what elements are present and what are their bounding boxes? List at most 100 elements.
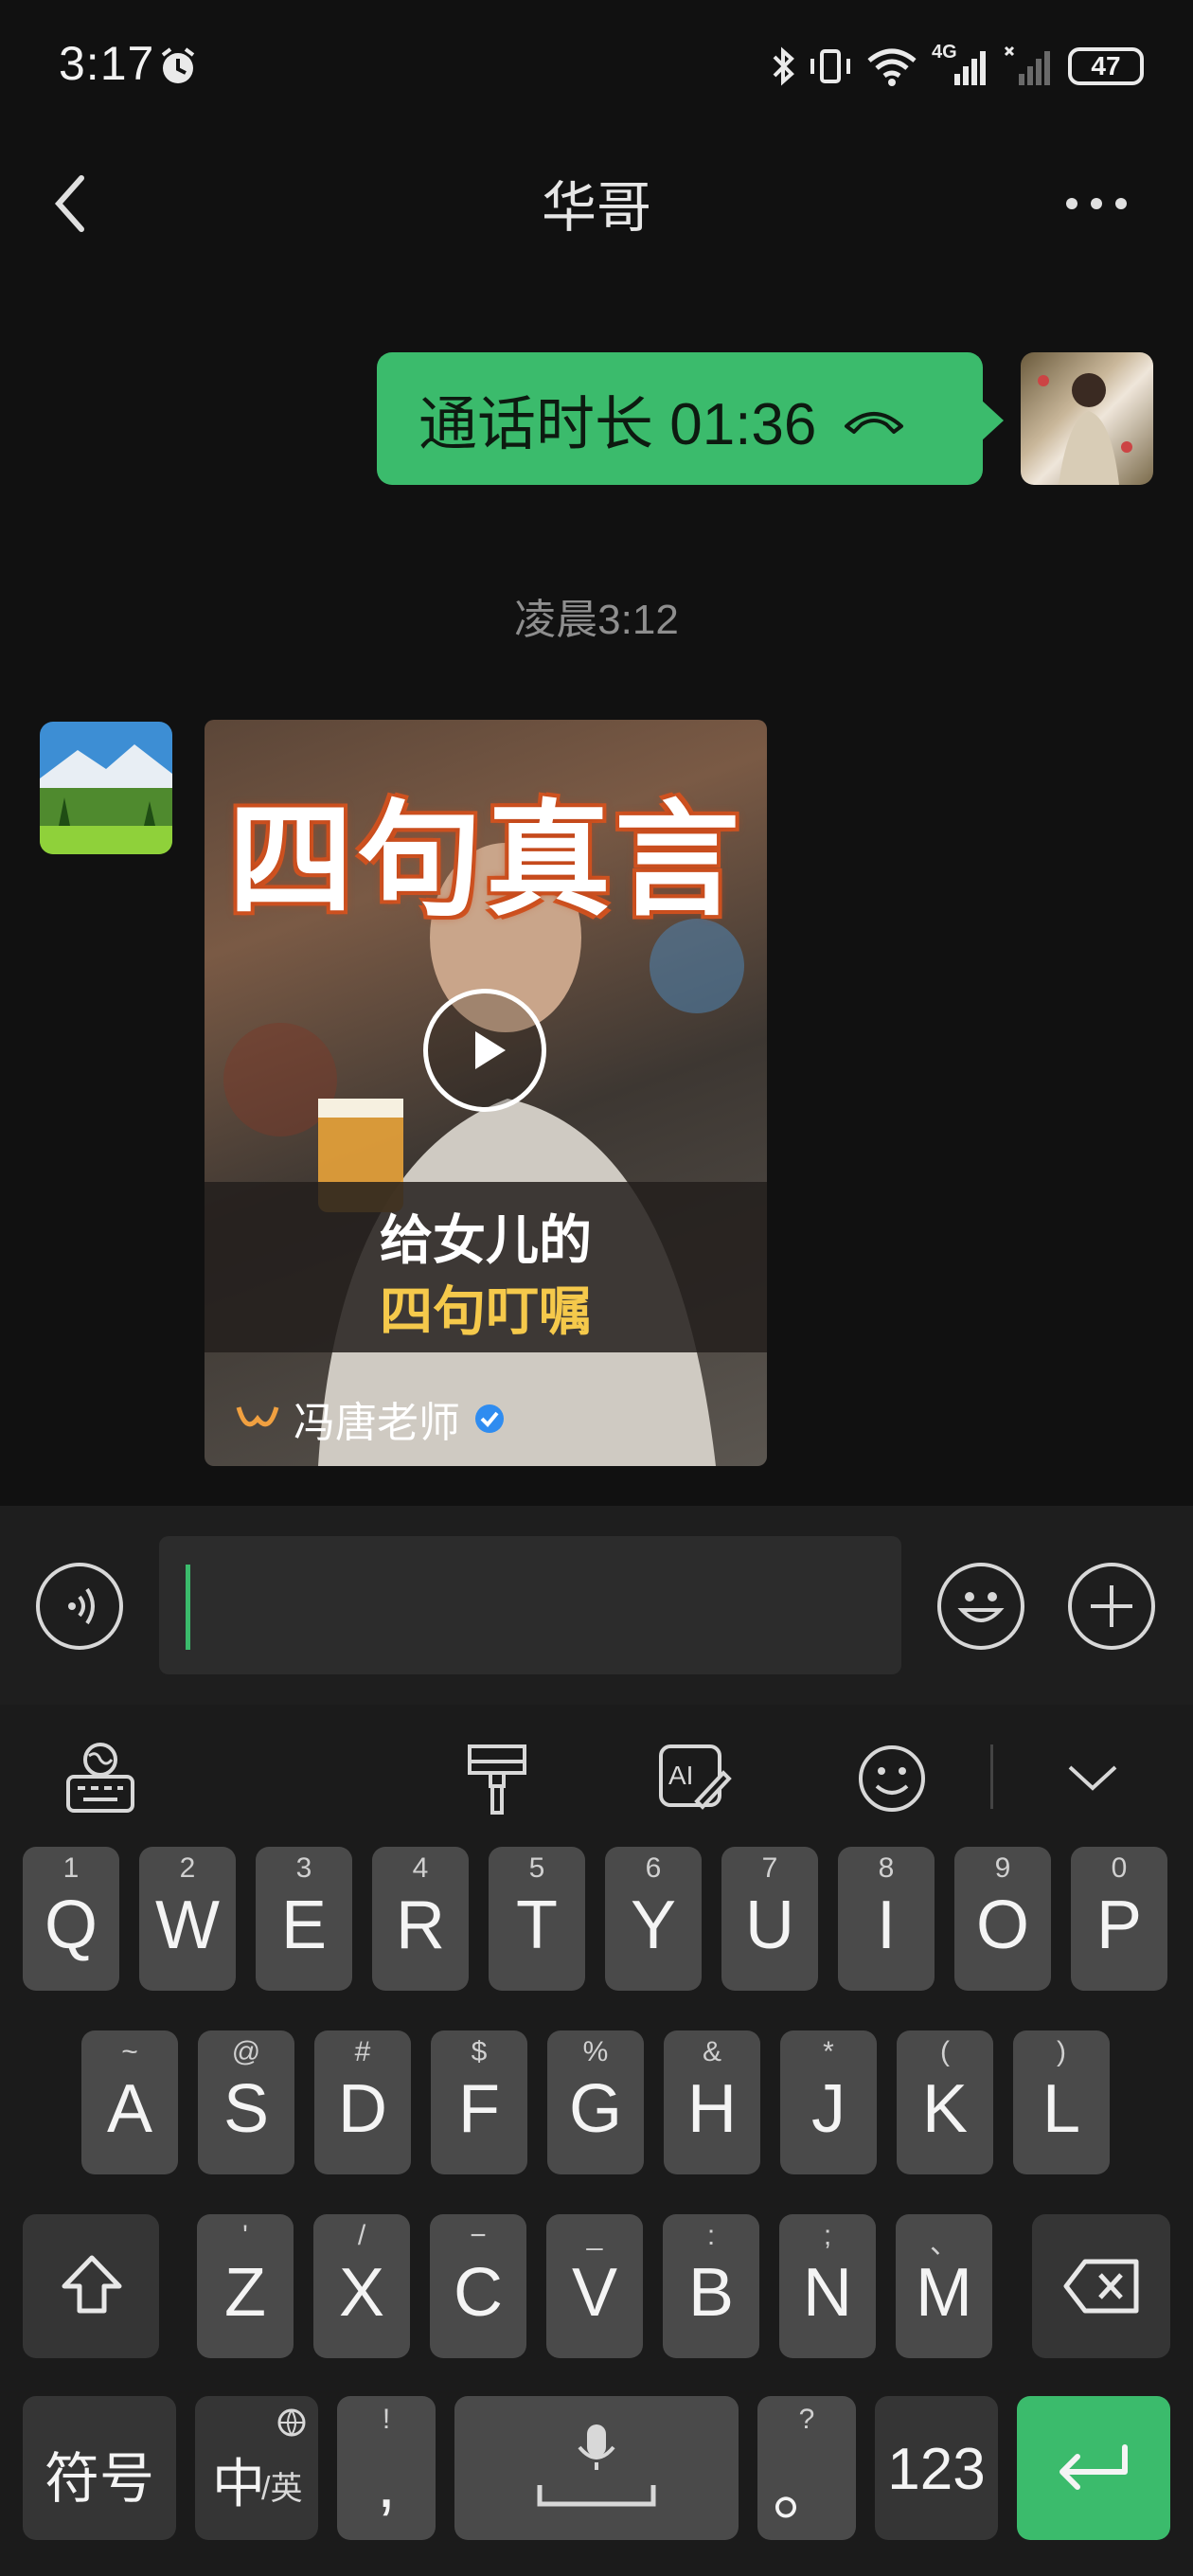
chat-title: 华哥	[541, 177, 651, 239]
key-hint: 0	[1111, 1852, 1128, 1884]
call-duration-text: 通话时长 01:36	[418, 392, 817, 457]
key-label: V	[571, 2255, 618, 2331]
key-g[interactable]: % G	[547, 2030, 644, 2174]
period-key-hint: ?	[798, 2404, 815, 2435]
key-hint: /	[357, 2220, 366, 2251]
video-caption-line2: 四句叮嘱	[380, 1281, 592, 1341]
contact-avatar[interactable]	[40, 722, 172, 854]
call-duration-bubble[interactable]: 通话时长 01:36	[377, 352, 1004, 485]
key-k[interactable]: (K	[897, 2030, 993, 2174]
alarm-icon	[161, 47, 195, 83]
key-j[interactable]: * J	[780, 2030, 877, 2174]
key-l[interactable]: ) L	[1013, 2030, 1110, 2174]
language-switch-key[interactable]: 中 /英	[195, 2396, 318, 2540]
more-functions-button[interactable]	[1068, 1563, 1155, 1650]
key-i[interactable]: 8I	[838, 1847, 935, 1991]
voice-input-button[interactable]	[36, 1563, 123, 1650]
key-r[interactable]: 4R	[372, 1847, 469, 1991]
message-input[interactable]	[159, 1536, 901, 1674]
key-hint: _	[586, 2220, 603, 2251]
symbols-key[interactable]: 符号	[23, 2396, 176, 2540]
key-label: O	[975, 1887, 1029, 1963]
voice-icon	[68, 1587, 95, 1625]
key-e[interactable]: 3E	[256, 1847, 352, 1991]
video-message-card[interactable]: 四句真言 给女儿的 四句叮嘱 冯唐老师	[205, 720, 767, 1466]
key-s[interactable]: @ S	[198, 2030, 294, 2174]
video-caption-line1: 给女儿的	[380, 1210, 592, 1270]
bluetooth-icon	[773, 46, 794, 86]
key-v[interactable]: _ V	[546, 2214, 643, 2358]
signal-4g-icon: 4G	[932, 42, 990, 87]
key-y[interactable]: 6Y	[605, 1847, 702, 1991]
period-key-label: 。	[772, 2453, 841, 2529]
key-hint: *	[823, 2036, 834, 2067]
key-hint: 6	[645, 1852, 662, 1884]
shift-icon	[62, 2255, 122, 2314]
plus-icon	[1091, 1585, 1132, 1627]
key-p[interactable]: 0P	[1071, 1847, 1167, 1991]
vibrate-icon	[810, 49, 850, 83]
key-q[interactable]: 1Q	[23, 1847, 119, 1991]
key-d[interactable]: # D	[314, 2030, 411, 2174]
keyboard-settings-icon[interactable]	[64, 1739, 136, 1815]
key-hint: $	[471, 2036, 488, 2067]
key-f[interactable]: $ F	[431, 2030, 527, 2174]
key-b[interactable]: :B	[663, 2214, 759, 2358]
language-main-label: 中	[212, 2454, 265, 2513]
enter-key[interactable]	[1017, 2396, 1170, 2540]
key-o[interactable]: 9O	[954, 1847, 1051, 1991]
key-m[interactable]: 、 M	[896, 2214, 992, 2358]
key-hint: (	[940, 2036, 950, 2067]
delete-key[interactable]	[1032, 2214, 1170, 2358]
more-icon[interactable]	[1062, 189, 1131, 218]
skin-brush-icon[interactable]	[464, 1741, 530, 1816]
key-a[interactable]: ~ A	[81, 2030, 178, 2174]
play-button[interactable]	[423, 989, 546, 1112]
status-time: 3:17	[59, 37, 155, 90]
key-w[interactable]: 2W	[139, 1847, 236, 1991]
key-u[interactable]: 7U	[721, 1847, 818, 1991]
video-author: 冯唐老师	[235, 1388, 506, 1449]
hang-up-icon	[845, 412, 904, 434]
key-hint: %	[582, 2036, 609, 2067]
ai-writing-icon[interactable]: AI	[657, 1741, 733, 1816]
key-x[interactable]: / X	[313, 2214, 410, 2358]
key-label: F	[458, 2071, 500, 2147]
key-hint: 9	[994, 1852, 1011, 1884]
toolbar-divider	[990, 1744, 993, 1809]
message-timestamp: 凌晨3:12	[514, 597, 679, 643]
key-hint: ~	[121, 2036, 138, 2067]
text-caret	[186, 1565, 190, 1650]
key-hint: −	[470, 2220, 487, 2251]
key-c[interactable]: − C	[430, 2214, 526, 2358]
numbers-key[interactable]: 123	[875, 2396, 998, 2540]
verified-badge-icon	[475, 1404, 504, 1433]
key-label: A	[106, 2071, 153, 2147]
comma-key[interactable]: ! ,	[337, 2396, 436, 2540]
symbols-key-label: 符号	[44, 2448, 154, 2510]
emoji-button[interactable]	[937, 1563, 1024, 1650]
status-icons: 4G 47	[771, 42, 1144, 91]
my-avatar[interactable]	[1021, 352, 1153, 485]
key-hint: 7	[761, 1852, 778, 1884]
video-title: 四句真言	[228, 788, 743, 934]
key-label: Q	[44, 1887, 98, 1963]
space-key[interactable]	[454, 2396, 739, 2540]
shift-key[interactable]	[23, 2214, 159, 2358]
key-z[interactable]: ' Z	[197, 2214, 294, 2358]
key-h[interactable]: & H	[664, 2030, 760, 2174]
key-t[interactable]: 5T	[489, 1847, 585, 1991]
emoji-keyboard-icon[interactable]	[856, 1743, 928, 1815]
key-label: C	[454, 2255, 503, 2331]
key-label: W	[155, 1887, 220, 1963]
key-label: K	[921, 2071, 969, 2147]
key-hint: 4	[412, 1852, 429, 1884]
key-label: N	[803, 2255, 852, 2331]
collapse-keyboard-icon[interactable]	[1064, 1758, 1121, 1796]
key-label: X	[338, 2255, 385, 2331]
key-n[interactable]: ; N	[779, 2214, 876, 2358]
key-label: T	[516, 1887, 558, 1963]
period-key[interactable]: ? 。	[757, 2396, 856, 2540]
wifi-icon	[867, 48, 917, 86]
battery-level: 47	[1091, 51, 1121, 80]
